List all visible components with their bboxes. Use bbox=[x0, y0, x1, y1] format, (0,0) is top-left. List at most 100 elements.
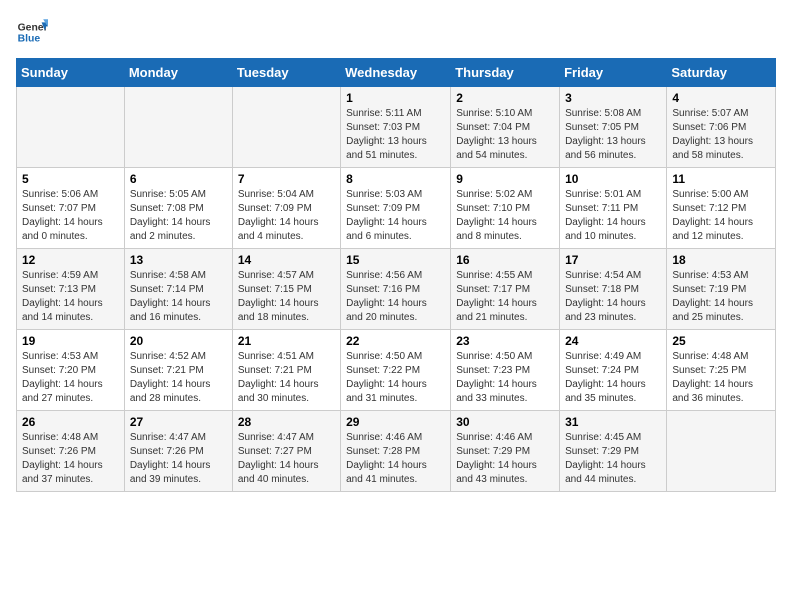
day-info: Sunrise: 4:51 AMSunset: 7:21 PMDaylight:… bbox=[238, 350, 335, 406]
day-number: 24 bbox=[565, 334, 661, 348]
day-info: Sunrise: 4:57 AMSunset: 7:15 PMDaylight:… bbox=[238, 269, 335, 325]
day-info: Sunrise: 4:50 AMSunset: 7:23 PMDaylight:… bbox=[456, 350, 554, 406]
calendar-cell: 28 Sunrise: 4:47 AMSunset: 7:27 PMDayligh… bbox=[232, 411, 340, 492]
day-number: 14 bbox=[238, 253, 335, 267]
weekday-header-row: SundayMondayTuesdayWednesdayThursdayFrid… bbox=[17, 59, 776, 87]
calendar-cell bbox=[124, 87, 232, 168]
calendar-cell: 25Sunrise: 4:48 AMSunset: 7:25 PMDayligh… bbox=[667, 330, 776, 411]
day-info: Sunrise: 4:53 AMSunset: 7:19 PMDaylight:… bbox=[672, 269, 770, 325]
calendar-cell: 21Sunrise: 4:51 AMSunset: 7:21 PMDayligh… bbox=[232, 330, 340, 411]
day-info: Sunrise: 4:49 AMSunset: 7:24 PMDaylight:… bbox=[565, 350, 661, 406]
logo: General Blue bbox=[16, 16, 48, 48]
day-info: Sunrise: 5:01 AMSunset: 7:11 PMDaylight:… bbox=[565, 188, 661, 244]
calendar-cell: 17 Sunrise: 4:54 AMSunset: 7:18 PMDayligh… bbox=[560, 249, 667, 330]
day-info: Sunrise: 4:48 AMSunset: 7:26 PMDaylight:… bbox=[22, 431, 119, 487]
calendar-cell bbox=[667, 411, 776, 492]
day-info: Sunrise: 5:11 AMSunset: 7:03 PMDaylight:… bbox=[346, 107, 445, 163]
calendar-week-row: 12 Sunrise: 4:59 AMSunset: 7:13 PMDayligh… bbox=[17, 249, 776, 330]
day-number: 29 bbox=[346, 415, 445, 429]
calendar-cell: 16 Sunrise: 4:55 AMSunset: 7:17 PMDayligh… bbox=[451, 249, 560, 330]
day-info: Sunrise: 5:08 AMSunset: 7:05 PMDaylight:… bbox=[565, 107, 661, 163]
day-number: 7 bbox=[238, 172, 335, 186]
logo-icon: General Blue bbox=[16, 16, 48, 48]
calendar-cell: 30Sunrise: 4:46 AMSunset: 7:29 PMDayligh… bbox=[451, 411, 560, 492]
calendar-cell: 2 Sunrise: 5:10 AMSunset: 7:04 PMDaylight… bbox=[451, 87, 560, 168]
calendar-cell: 26 Sunrise: 4:48 AMSunset: 7:26 PMDayligh… bbox=[17, 411, 125, 492]
svg-text:Blue: Blue bbox=[18, 34, 41, 45]
day-info: Sunrise: 4:54 AMSunset: 7:18 PMDaylight:… bbox=[565, 269, 661, 325]
calendar-cell: 29 Sunrise: 4:46 AMSunset: 7:28 PMDayligh… bbox=[341, 411, 451, 492]
calendar-table: SundayMondayTuesdayWednesdayThursdayFrid… bbox=[16, 58, 776, 492]
day-number: 25 bbox=[672, 334, 770, 348]
day-info: Sunrise: 4:46 AMSunset: 7:28 PMDaylight:… bbox=[346, 431, 445, 487]
calendar-cell: 10 Sunrise: 5:01 AMSunset: 7:11 PMDayligh… bbox=[560, 168, 667, 249]
calendar-cell: 11 Sunrise: 5:00 AMSunset: 7:12 PMDayligh… bbox=[667, 168, 776, 249]
day-info: Sunrise: 4:45 AMSunset: 7:29 PMDaylight:… bbox=[565, 431, 661, 487]
day-number: 3 bbox=[565, 91, 661, 105]
day-number: 9 bbox=[456, 172, 554, 186]
calendar-cell: 9 Sunrise: 5:02 AMSunset: 7:10 PMDaylight… bbox=[451, 168, 560, 249]
calendar-cell: 20Sunrise: 4:52 AMSunset: 7:21 PMDayligh… bbox=[124, 330, 232, 411]
day-info: Sunrise: 4:58 AMSunset: 7:14 PMDaylight:… bbox=[130, 269, 227, 325]
day-number: 11 bbox=[672, 172, 770, 186]
day-info: Sunrise: 5:10 AMSunset: 7:04 PMDaylight:… bbox=[456, 107, 554, 163]
day-number: 27 bbox=[130, 415, 227, 429]
day-number: 15 bbox=[346, 253, 445, 267]
calendar-cell: 13 Sunrise: 4:58 AMSunset: 7:14 PMDayligh… bbox=[124, 249, 232, 330]
day-info: Sunrise: 4:59 AMSunset: 7:13 PMDaylight:… bbox=[22, 269, 119, 325]
day-number: 5 bbox=[22, 172, 119, 186]
day-info: Sunrise: 4:46 AMSunset: 7:29 PMDaylight:… bbox=[456, 431, 554, 487]
calendar-cell bbox=[232, 87, 340, 168]
day-info: Sunrise: 4:50 AMSunset: 7:22 PMDaylight:… bbox=[346, 350, 445, 406]
calendar-cell: 3 Sunrise: 5:08 AMSunset: 7:05 PMDaylight… bbox=[560, 87, 667, 168]
day-info: Sunrise: 5:06 AMSunset: 7:07 PMDaylight:… bbox=[22, 188, 119, 244]
day-number: 23 bbox=[456, 334, 554, 348]
day-info: Sunrise: 5:04 AMSunset: 7:09 PMDaylight:… bbox=[238, 188, 335, 244]
day-number: 31 bbox=[565, 415, 661, 429]
day-number: 28 bbox=[238, 415, 335, 429]
calendar-cell: 22Sunrise: 4:50 AMSunset: 7:22 PMDayligh… bbox=[341, 330, 451, 411]
day-number: 12 bbox=[22, 253, 119, 267]
weekday-header-saturday: Saturday bbox=[667, 59, 776, 87]
day-number: 4 bbox=[672, 91, 770, 105]
day-info: Sunrise: 5:03 AMSunset: 7:09 PMDaylight:… bbox=[346, 188, 445, 244]
calendar-week-row: 5 Sunrise: 5:06 AMSunset: 7:07 PMDaylight… bbox=[17, 168, 776, 249]
day-number: 26 bbox=[22, 415, 119, 429]
day-info: Sunrise: 5:00 AMSunset: 7:12 PMDaylight:… bbox=[672, 188, 770, 244]
calendar-cell: 5 Sunrise: 5:06 AMSunset: 7:07 PMDaylight… bbox=[17, 168, 125, 249]
calendar-cell: 15Sunrise: 4:56 AMSunset: 7:16 PMDayligh… bbox=[341, 249, 451, 330]
weekday-header-thursday: Thursday bbox=[451, 59, 560, 87]
calendar-cell: 31 Sunrise: 4:45 AMSunset: 7:29 PMDayligh… bbox=[560, 411, 667, 492]
calendar-week-row: 1 Sunrise: 5:11 AMSunset: 7:03 PMDaylight… bbox=[17, 87, 776, 168]
day-number: 16 bbox=[456, 253, 554, 267]
day-number: 8 bbox=[346, 172, 445, 186]
day-number: 2 bbox=[456, 91, 554, 105]
calendar-cell: 1 Sunrise: 5:11 AMSunset: 7:03 PMDaylight… bbox=[341, 87, 451, 168]
weekday-header-sunday: Sunday bbox=[17, 59, 125, 87]
calendar-cell: 18 Sunrise: 4:53 AMSunset: 7:19 PMDayligh… bbox=[667, 249, 776, 330]
day-info: Sunrise: 5:02 AMSunset: 7:10 PMDaylight:… bbox=[456, 188, 554, 244]
calendar-cell: 19Sunrise: 4:53 AMSunset: 7:20 PMDayligh… bbox=[17, 330, 125, 411]
day-number: 17 bbox=[565, 253, 661, 267]
day-info: Sunrise: 4:47 AMSunset: 7:26 PMDaylight:… bbox=[130, 431, 227, 487]
day-info: Sunrise: 4:52 AMSunset: 7:21 PMDaylight:… bbox=[130, 350, 227, 406]
day-number: 13 bbox=[130, 253, 227, 267]
calendar-cell: 27 Sunrise: 4:47 AMSunset: 7:26 PMDayligh… bbox=[124, 411, 232, 492]
day-number: 10 bbox=[565, 172, 661, 186]
calendar-cell: 14 Sunrise: 4:57 AMSunset: 7:15 PMDayligh… bbox=[232, 249, 340, 330]
calendar-cell: 24 Sunrise: 4:49 AMSunset: 7:24 PMDayligh… bbox=[560, 330, 667, 411]
day-info: Sunrise: 4:47 AMSunset: 7:27 PMDaylight:… bbox=[238, 431, 335, 487]
weekday-header-friday: Friday bbox=[560, 59, 667, 87]
weekday-header-wednesday: Wednesday bbox=[341, 59, 451, 87]
calendar-cell: 4Sunrise: 5:07 AMSunset: 7:06 PMDaylight… bbox=[667, 87, 776, 168]
day-number: 18 bbox=[672, 253, 770, 267]
day-info: Sunrise: 4:55 AMSunset: 7:17 PMDaylight:… bbox=[456, 269, 554, 325]
day-number: 19 bbox=[22, 334, 119, 348]
day-info: Sunrise: 5:05 AMSunset: 7:08 PMDaylight:… bbox=[130, 188, 227, 244]
calendar-cell: 7 Sunrise: 5:04 AMSunset: 7:09 PMDaylight… bbox=[232, 168, 340, 249]
calendar-week-row: 19Sunrise: 4:53 AMSunset: 7:20 PMDayligh… bbox=[17, 330, 776, 411]
calendar-week-row: 26 Sunrise: 4:48 AMSunset: 7:26 PMDayligh… bbox=[17, 411, 776, 492]
calendar-cell: 23 Sunrise: 4:50 AMSunset: 7:23 PMDayligh… bbox=[451, 330, 560, 411]
day-number: 1 bbox=[346, 91, 445, 105]
weekday-header-monday: Monday bbox=[124, 59, 232, 87]
